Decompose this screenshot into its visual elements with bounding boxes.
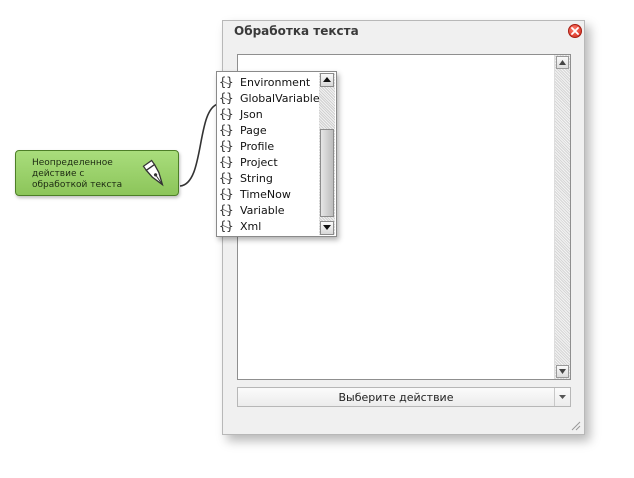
list-item-label: Profile [240, 139, 275, 153]
list-item-label: Environment [240, 75, 311, 89]
arrow-down-icon [559, 369, 566, 374]
popup-scroll-down-button[interactable] [320, 221, 334, 235]
text-area-scrollbar[interactable] [554, 55, 570, 379]
list-item-label: GlobalVariable [240, 91, 320, 105]
svg-text:{}: {} [219, 75, 233, 89]
action-select-value: Выберите действие [338, 391, 454, 404]
scroll-up-button[interactable] [556, 56, 569, 69]
list-item[interactable]: {} Environment [219, 74, 319, 90]
svg-text:{}: {} [219, 171, 233, 185]
svg-text:{}: {} [219, 107, 233, 121]
pen-nib-icon [142, 159, 164, 187]
list-item[interactable]: {} TimeNow [219, 186, 319, 202]
list-item[interactable]: {} Xml [219, 218, 319, 234]
braces-icon: {} [219, 139, 233, 153]
braces-icon: {} [219, 171, 233, 185]
arrow-down-icon [323, 225, 331, 230]
braces-icon: {} [219, 155, 233, 169]
braces-icon: {} [219, 107, 233, 121]
popup-scroll-thumb[interactable] [320, 129, 334, 217]
autocomplete-list: {} Environment {} GlobalVariable {} Json… [219, 74, 320, 234]
scroll-down-button[interactable] [556, 365, 569, 378]
list-item[interactable]: {} Page [219, 122, 319, 138]
list-item[interactable]: {} Variable [219, 202, 319, 218]
svg-text:{}: {} [219, 123, 233, 137]
list-item-label: String [240, 171, 273, 185]
action-node[interactable]: Неопределенное действие с обработкой тек… [15, 150, 179, 196]
list-item-label: Json [240, 107, 263, 121]
list-item[interactable]: {} Profile [219, 138, 319, 154]
list-item[interactable]: {} GlobalVariable [219, 90, 320, 106]
list-item-label: Project [240, 155, 278, 169]
svg-text:{}: {} [219, 187, 233, 201]
popup-scroll-up-button[interactable] [320, 73, 334, 87]
svg-text:{}: {} [219, 155, 233, 169]
braces-icon: {} [219, 203, 233, 217]
braces-icon: {} [219, 123, 233, 137]
close-icon [571, 27, 579, 35]
list-item-label: Variable [240, 203, 285, 217]
braces-icon: {} [219, 91, 233, 105]
braces-icon: {} [219, 187, 233, 201]
list-item-label: Xml [240, 219, 262, 233]
svg-text:{}: {} [219, 139, 233, 153]
list-item[interactable]: {} Json [219, 106, 319, 122]
list-item-label: TimeNow [240, 187, 291, 201]
svg-text:{}: {} [219, 219, 233, 233]
list-item[interactable]: {} Project [219, 154, 319, 170]
svg-text:{}: {} [219, 91, 233, 105]
svg-text:{}: {} [219, 203, 233, 217]
autocomplete-popup: {} Environment {} GlobalVariable {} Json… [216, 71, 337, 237]
list-item-label: Page [240, 123, 267, 137]
list-item[interactable]: {} String [219, 170, 319, 186]
action-node-label: Неопределенное действие с обработкой тек… [32, 158, 123, 190]
chevron-down-icon [559, 395, 566, 399]
arrow-up-icon [559, 60, 566, 65]
resize-grip-icon[interactable] [569, 419, 581, 431]
close-button[interactable] [568, 24, 582, 38]
action-select[interactable]: Выберите действие [237, 387, 571, 407]
popup-scrollbar[interactable] [319, 73, 335, 235]
arrow-up-icon [323, 77, 331, 82]
dialog-title: Обработка текста [234, 24, 359, 38]
braces-icon: {} [219, 75, 233, 89]
dropdown-arrow-button[interactable] [554, 388, 570, 406]
braces-icon: {} [219, 219, 233, 233]
